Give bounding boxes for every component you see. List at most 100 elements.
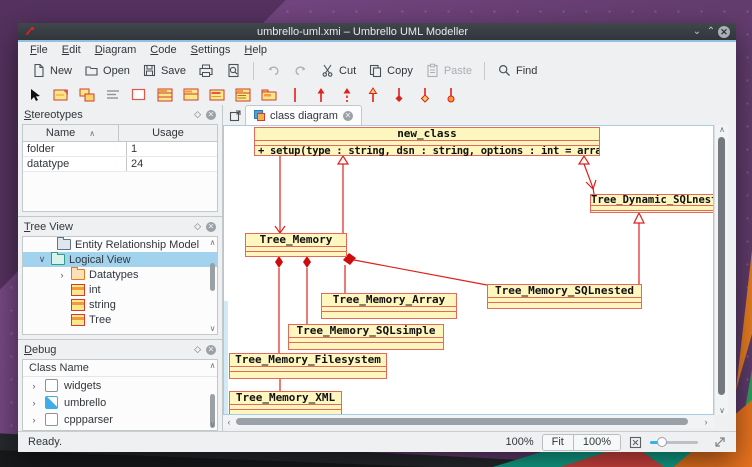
tree-item-datatypes[interactable]: › Datatypes [51, 267, 217, 282]
zoom-slider[interactable] [650, 436, 698, 448]
tab-close-icon[interactable]: ✕ [343, 111, 353, 121]
class-tool[interactable] [156, 87, 173, 103]
checkbox-checked[interactable] [45, 430, 58, 431]
uml-class-tree-memory-sqlnested[interactable]: Tree_Memory_SQLnested [487, 284, 642, 309]
table-row[interactable]: folder 1 [23, 142, 217, 157]
column-header-usage[interactable]: Usage [119, 125, 217, 141]
close-panel-icon[interactable]: ✕ [206, 110, 216, 120]
datatype-tool[interactable] [208, 87, 225, 103]
uml-class-tree-memory-xml[interactable]: Tree_Memory_XML [229, 391, 342, 415]
generalization-tool[interactable] [364, 87, 381, 103]
undo-button[interactable] [261, 60, 286, 81]
float-panel-icon[interactable]: ◇ [194, 221, 201, 232]
object-tool[interactable] [52, 87, 69, 103]
text-tool[interactable] [104, 87, 121, 103]
close-button[interactable]: ✕ [718, 26, 730, 38]
tree-item-logical-view[interactable]: ∨ Logical View [23, 252, 217, 267]
chevron-right-icon[interactable]: › [29, 398, 39, 408]
copy-button[interactable]: Copy [363, 60, 418, 81]
slider-handle[interactable] [657, 437, 667, 447]
tree-item-string[interactable]: string [51, 297, 217, 312]
zoom-preset-button[interactable]: 100% [573, 435, 620, 450]
debug-item-cppparser[interactable]: › cppparser [23, 411, 217, 428]
uml-class-tree-memory[interactable]: Tree_Memory [245, 233, 347, 257]
enum-tool[interactable] [234, 87, 251, 103]
checkbox-partial[interactable] [45, 396, 58, 409]
fit-button[interactable]: Fit [543, 435, 573, 450]
chevron-right-icon[interactable]: › [57, 270, 67, 280]
table-row[interactable]: datatype 24 [23, 157, 217, 172]
association-tool[interactable] [286, 87, 303, 103]
tree-item-label: Logical View [69, 254, 131, 266]
chevron-right-icon[interactable]: › [29, 381, 39, 391]
resize-grip-icon[interactable] [714, 436, 726, 448]
box-tool[interactable] [130, 87, 147, 103]
uml-class-tree-dynamic-sqlnest[interactable]: Tree_Dynamic_SQLnest [590, 194, 714, 213]
scroll-left-icon[interactable]: ‹ [223, 417, 235, 427]
close-panel-icon[interactable]: ✕ [206, 222, 216, 232]
scroll-down-icon[interactable]: ∨ [208, 420, 217, 429]
menu-help[interactable]: Help [238, 44, 273, 56]
new-tab-button[interactable] [225, 107, 245, 125]
menu-file[interactable]: File [24, 44, 54, 56]
containment-tool[interactable] [442, 87, 459, 103]
column-header-name[interactable]: Name ∧ [23, 125, 119, 141]
tree-view-scrollbar[interactable] [209, 249, 216, 324]
select-tool[interactable] [26, 87, 43, 103]
scroll-up-icon[interactable]: ∧ [715, 125, 729, 134]
uml-class-tree-memory-array[interactable]: Tree_Memory_Array [321, 293, 457, 319]
maximize-button[interactable]: ⌃ [704, 25, 718, 39]
titlebar[interactable]: umbrello-uml.xmi – Umbrello UML Modeller… [18, 23, 736, 40]
interface-tool[interactable] [182, 87, 199, 103]
checkbox-unchecked[interactable] [45, 413, 58, 426]
close-panel-icon[interactable]: ✕ [206, 345, 216, 355]
toolbar-separator [484, 62, 485, 80]
fit-page-icon[interactable] [629, 436, 642, 449]
composition-tool[interactable] [390, 87, 407, 103]
menu-diagram[interactable]: Diagram [89, 44, 143, 56]
debug-item-dialogs[interactable]: › dialogs [23, 428, 217, 431]
checkbox-unchecked[interactable] [45, 379, 58, 392]
print-button[interactable] [193, 60, 219, 81]
scroll-down-icon[interactable]: ∨ [208, 324, 217, 333]
scroll-up-icon[interactable]: ∧ [208, 361, 217, 370]
open-button[interactable]: Open [79, 60, 135, 81]
directed-association-tool[interactable] [312, 87, 329, 103]
paste-button[interactable]: Paste [420, 60, 477, 81]
uml-class-tree-memory-sqlsimple[interactable]: Tree_Memory_SQLsimple [288, 324, 444, 350]
menu-settings[interactable]: Settings [185, 44, 237, 56]
float-panel-icon[interactable]: ◇ [194, 109, 201, 120]
scroll-right-icon[interactable]: › [700, 417, 712, 427]
debug-scrollbar[interactable] [209, 372, 216, 420]
aggregation-tool[interactable] [416, 87, 433, 103]
cut-button[interactable]: Cut [315, 60, 361, 81]
package-tool[interactable] [260, 87, 277, 103]
save-button[interactable]: Save [137, 60, 191, 81]
scroll-down-icon[interactable]: ∨ [715, 406, 729, 415]
minimize-button[interactable]: ⌄ [690, 25, 704, 39]
tree-item-int[interactable]: int [51, 282, 217, 297]
canvas-vertical-scrollbar[interactable]: ∧ ∨ [714, 125, 729, 415]
canvas-horizontal-scrollbar[interactable]: ‹ › [223, 415, 714, 428]
new-button[interactable]: New [26, 60, 77, 81]
debug-item-umbrello[interactable]: › umbrello [23, 394, 217, 411]
tree-item-tree[interactable]: Tree [51, 312, 217, 327]
diagram-canvas[interactable]: new_class + setup(type : string, dsn : s… [223, 125, 714, 415]
scroll-up-icon[interactable]: ∧ [208, 238, 217, 247]
tree-item-entity-relationship-model[interactable]: Entity Relationship Model [37, 237, 217, 252]
menu-edit[interactable]: Edit [56, 44, 87, 56]
tab-class-diagram[interactable]: class diagram ✕ [245, 105, 362, 125]
note-tool[interactable] [78, 87, 95, 103]
chevron-down-icon[interactable]: ∨ [37, 254, 47, 265]
redo-button[interactable] [288, 60, 313, 81]
find-button[interactable]: Find [492, 60, 542, 81]
save-floppy-icon [142, 63, 157, 78]
menu-code[interactable]: Code [144, 44, 182, 56]
float-panel-icon[interactable]: ◇ [194, 344, 201, 355]
print-preview-button[interactable] [221, 60, 246, 81]
uml-class-tree-memory-filesystem[interactable]: Tree_Memory_Filesystem [229, 353, 387, 379]
uml-class-new_class[interactable]: new_class + setup(type : string, dsn : s… [254, 127, 600, 156]
chevron-right-icon[interactable]: › [29, 415, 39, 425]
dependency-tool[interactable] [338, 87, 355, 103]
debug-item-widgets[interactable]: › widgets [23, 377, 217, 394]
